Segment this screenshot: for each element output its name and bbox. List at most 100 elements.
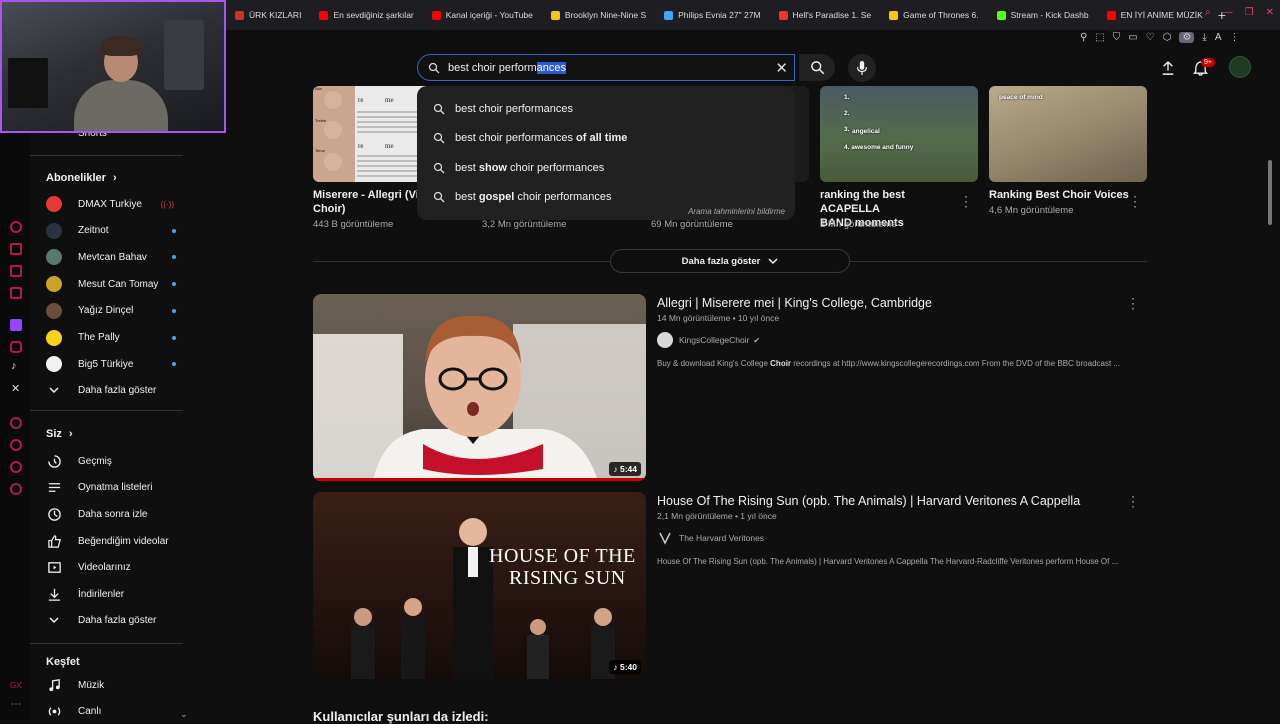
gx-icon[interactable]: GX	[10, 681, 22, 690]
video-title[interactable]: House Of The Rising Sun (opb. The Animal…	[657, 494, 1080, 508]
clear-search-icon[interactable]: ✕	[775, 59, 788, 77]
search-suggestion[interactable]: best show choir performances	[417, 153, 795, 183]
browser-tab[interactable]: Brooklyn Nine-Nine S	[542, 0, 655, 30]
microphone-icon	[857, 61, 867, 75]
short-menu-icon[interactable]: · · ·	[961, 190, 971, 212]
browser-tab[interactable]: Kanal içeriği - YouTube	[423, 0, 542, 30]
sidebar-item-live[interactable]: Canlı	[46, 700, 186, 724]
twitch-icon[interactable]	[10, 319, 22, 331]
heart-icon[interactable]: ♡	[1146, 32, 1155, 43]
search-icon	[433, 162, 445, 174]
sidebar-show-more[interactable]: Daha fazla göster	[46, 378, 186, 402]
thumbs-up-icon	[46, 533, 62, 549]
side-panel-icon-1[interactable]	[10, 221, 22, 233]
side-panel-icon-6[interactable]	[10, 439, 22, 451]
sidebar-scroll-down-icon[interactable]: ⌄	[180, 709, 188, 720]
short-views: 3,2 Mn görüntüleme	[482, 219, 567, 230]
channel-avatar	[46, 356, 62, 373]
tab-title: En sevdiğiniz şarkılar	[333, 10, 414, 20]
translate-icon[interactable]: A	[1215, 32, 1222, 43]
video-menu-icon[interactable]: · · ·	[1128, 490, 1138, 512]
screenshot-icon[interactable]: ⬚	[1095, 32, 1104, 43]
close-icon[interactable]: ✕	[1266, 7, 1274, 18]
side-panel-icon-2[interactable]	[10, 243, 22, 255]
sidebar-subscription[interactable]: Big5 Türkiye	[46, 352, 186, 376]
short-thumbnail[interactable]: 1. 2. 3. angelical 4. awesome and funny	[820, 86, 978, 182]
sidebar-item-music[interactable]: Müzik	[46, 673, 186, 697]
short-thumbnail[interactable]: peace of mind	[989, 86, 1147, 182]
you-header[interactable]: Siz ›	[46, 428, 73, 440]
sidebar-show-more[interactable]: Daha fazla göster	[46, 608, 186, 632]
subscriptions-header[interactable]: Abonelikler ›	[46, 172, 117, 184]
video-duration: 5:40	[619, 662, 637, 672]
live-icon: ((·))	[160, 199, 174, 209]
side-panel-icon-3[interactable]	[10, 265, 22, 277]
sidebar-item-clock[interactable]: Daha sonra izle	[46, 502, 186, 526]
side-panel-icon-7[interactable]	[10, 461, 22, 473]
sidebar-subscription[interactable]: Mesut Can Tomay	[46, 272, 186, 296]
extensions-icon[interactable]: ⬡	[1163, 32, 1172, 43]
restore-icon[interactable]: ❐	[1245, 7, 1254, 18]
profile-icon[interactable]: ⚙	[1179, 32, 1195, 43]
video-title[interactable]: Allegri | Miserere mei | King's College,…	[657, 296, 932, 310]
search-suggestion[interactable]: best choir performances	[417, 94, 795, 124]
sidebar-item-thumbs-up[interactable]: Beğendiğim videolar	[46, 529, 186, 553]
live-icon	[46, 704, 62, 720]
short-title[interactable]: Ranking Best Choir Voices	[989, 188, 1134, 202]
side-panel-icon-4[interactable]	[10, 287, 22, 299]
settings-icon[interactable]	[10, 483, 22, 495]
menu-icon[interactable]: ⋮	[1230, 32, 1240, 43]
upload-icon[interactable]	[1158, 58, 1178, 78]
sidebar-item-label: Geçmiş	[78, 455, 112, 467]
voice-search-button[interactable]	[848, 54, 876, 82]
browser-tab[interactable]: Stream - Kick Dashb	[988, 0, 1098, 30]
short-menu-icon[interactable]: · · ·	[1130, 190, 1140, 212]
sidebar-subscription[interactable]: Yağız Dinçel	[46, 299, 186, 323]
new-content-dot	[172, 282, 176, 287]
window-controls: ⌕ — ❐ ✕	[1205, 7, 1274, 18]
pin-icon[interactable]: ⚲	[1080, 32, 1087, 43]
video-description: House Of The Rising Sun (opb. The Animal…	[657, 557, 1127, 566]
browser-tab[interactable]: Philips Evnia 27" 27M	[655, 0, 769, 30]
you-header-label: Siz	[46, 428, 62, 440]
minimize-icon[interactable]: —	[1223, 7, 1233, 18]
browser-tab[interactable]: Hell's Paradise 1. Se	[770, 0, 881, 30]
account-avatar[interactable]	[1229, 56, 1251, 78]
sidebar-item-label: İndirilenler	[78, 589, 125, 600]
browser-tab[interactable]: En sevdiğiniz şarkılar	[310, 0, 422, 30]
video-menu-icon[interactable]: · · ·	[1128, 292, 1138, 314]
search-suggestion[interactable]: best choir performances of all time	[417, 124, 795, 154]
x-icon[interactable]: ✕	[11, 382, 20, 395]
download-icon[interactable]: ⤓	[1202, 32, 1206, 43]
channel-link[interactable]: KingsCollegeChoir ✔	[657, 332, 760, 348]
video-thumbnail[interactable]: ♪ 5:44	[313, 294, 646, 481]
browser-tab[interactable]: Game of Thrones 6.	[880, 0, 987, 30]
browser-tab[interactable]: ÜRK KIZLARI	[226, 0, 310, 30]
channel-link[interactable]: The Harvard Veritones	[657, 530, 764, 546]
sidebar-subscription[interactable]: Zeitnot	[46, 219, 186, 243]
search-tabs-icon[interactable]: ⌕	[1205, 7, 1211, 18]
sidebar-item-video[interactable]: Videolarınız	[46, 556, 186, 580]
sidebar-item-download[interactable]: İndirilenler	[46, 583, 186, 607]
tab-favicon-icon	[319, 10, 329, 20]
tab-title: Brooklyn Nine-Nine S	[564, 10, 647, 20]
page-scrollbar[interactable]	[1268, 160, 1272, 225]
tiktok-icon[interactable]: ♪	[11, 360, 17, 372]
description-highlight: Choir	[770, 359, 792, 368]
sidebar-subscription[interactable]: Mevtcan Bahav	[46, 245, 186, 269]
search-input[interactable]: best choir performances ✕	[417, 54, 795, 81]
search-button[interactable]	[799, 54, 835, 81]
show-more-button[interactable]: Daha fazla göster	[610, 249, 850, 273]
sidebar-item-playlist[interactable]: Oynatma listeleri	[46, 476, 186, 500]
sidebar-item-history[interactable]: Geçmiş	[46, 449, 186, 473]
browser-tab[interactable]: EN İYİ ANİME MÜZİK	[1098, 0, 1212, 30]
sidebar-subscription[interactable]: DMAX Turkiye ((·))	[46, 192, 186, 216]
video-thumbnail[interactable]: HOUSE OF THE RISING SUN ♪ 5:40	[313, 492, 646, 679]
shield-icon[interactable]: ⛉	[1113, 32, 1121, 43]
instagram-icon[interactable]	[10, 341, 22, 353]
side-panel-icon-5[interactable]	[10, 417, 22, 429]
sidebar-icon[interactable]: ▭	[1128, 32, 1137, 43]
more-icon[interactable]: ⋯	[11, 699, 21, 710]
sidebar-subscription[interactable]: The Pally	[46, 326, 186, 350]
report-predictions-link[interactable]: Arama tahminlerini bildirme	[688, 207, 785, 216]
